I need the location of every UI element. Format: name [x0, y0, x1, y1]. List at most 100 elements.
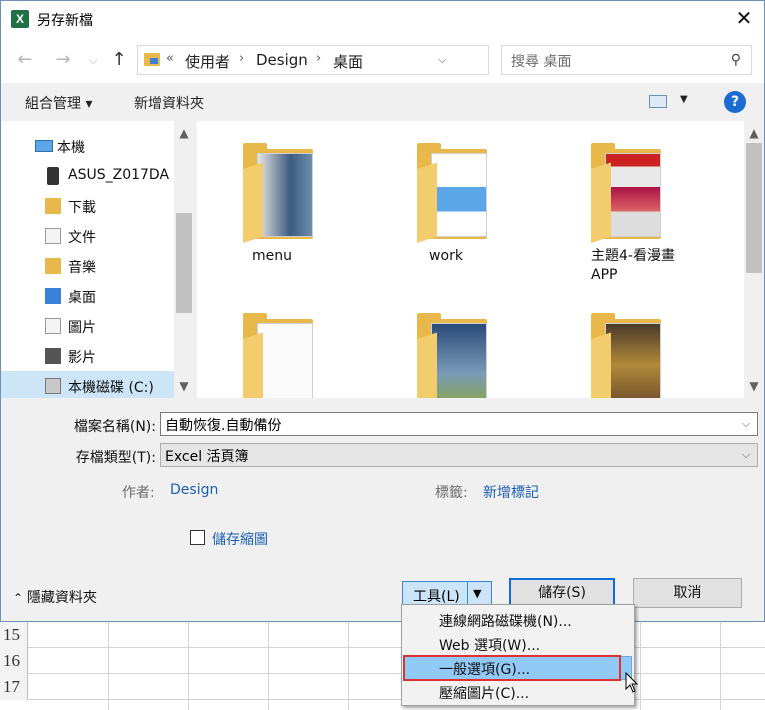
computer-icon — [35, 140, 53, 152]
dialog-title: 另存新檔 — [37, 13, 93, 29]
tools-label: 工具(L) — [413, 589, 460, 605]
breadcrumb-desktop[interactable]: 桌面 — [333, 51, 363, 72]
chevron-down-icon[interactable]: ⌵ — [737, 414, 755, 434]
sidebar-item-downloads[interactable]: 下載 — [1, 191, 174, 221]
sidebar-item-label: 影片 — [68, 350, 96, 366]
row-number: 15 — [0, 622, 28, 648]
folder-item[interactable]: 主題4-看漫畫 APP — [545, 121, 695, 283]
sheet-row[interactable]: 15 — [0, 622, 765, 648]
menu-item-web-options[interactable]: Web 選項(W)... — [404, 632, 632, 656]
folder-icon — [417, 313, 493, 398]
dropdown-arrow-icon[interactable]: ▼ — [473, 587, 481, 600]
scroll-up-icon[interactable]: ▲ — [174, 123, 194, 143]
author-value[interactable]: Design — [170, 482, 218, 498]
filename-field[interactable]: 自動恢復.自動備份 ⌵ — [160, 412, 758, 436]
view-dropdown-icon[interactable]: ▼ — [680, 94, 688, 105]
filetype-select[interactable]: Excel 活頁簿 ⌵ — [160, 443, 758, 467]
new-folder-button[interactable]: 新增資料夾 — [134, 93, 204, 113]
mouse-cursor-icon — [625, 672, 639, 693]
navigation-bar: ← → ⌵ ↑ « 使用者 › Design › 桌面 ⌵ ↻ 搜尋 桌面 ⚲ — [1, 37, 764, 83]
sidebar-scrollbar[interactable]: ▲ ▼ — [174, 121, 194, 398]
sidebar-item-label: 本機磁碟 (C:) — [68, 380, 154, 396]
search-icon: ⚲ — [730, 52, 741, 68]
folder-item[interactable] — [545, 291, 695, 398]
forward-arrow-icon[interactable]: → — [51, 48, 75, 72]
sheet-row[interactable]: 16 — [0, 648, 765, 674]
scroll-down-icon[interactable]: ▼ — [744, 376, 764, 396]
sidebar-item-label: 文件 — [68, 230, 96, 246]
hide-folders-label: 隱藏資料夾 — [26, 590, 97, 606]
hide-folders-button[interactable]: ⌃ 隱藏資料夾 — [13, 587, 97, 607]
folder-icon — [591, 313, 667, 398]
author-label: 作者: — [122, 485, 155, 501]
scroll-up-icon[interactable]: ▲ — [744, 123, 764, 143]
row-number: 17 — [0, 674, 28, 700]
command-toolbar: 組合管理 ▾ 新增資料夾 ▼ ? — [1, 83, 764, 121]
desktop-folder-icon — [45, 288, 61, 304]
file-list-scrollbar[interactable]: ▲ ▼ — [744, 121, 764, 398]
menu-item-map-network-drive[interactable]: 連線網路磁碟機(N)... — [404, 608, 632, 632]
annotation-highlight-box — [403, 655, 621, 681]
chevron-down-icon[interactable]: ⌵ — [737, 445, 755, 465]
split-separator — [467, 582, 468, 606]
menu-item-compress-pictures[interactable]: 壓縮圖片(C)... — [404, 680, 632, 704]
recent-locations-chevron-icon[interactable]: ⌵ — [81, 48, 105, 72]
sidebar-item-label: ASUS_Z017DA — [68, 167, 170, 183]
sidebar-item-this-pc[interactable]: 本機 — [1, 131, 174, 161]
sidebar-item-label: 本機 — [57, 140, 85, 156]
search-box[interactable]: 搜尋 桌面 ⚲ — [501, 45, 752, 75]
cancel-button[interactable]: 取消 — [633, 578, 742, 608]
sidebar-item-phone[interactable]: ASUS_Z017DA — [1, 161, 174, 191]
organize-button[interactable]: 組合管理 ▾ — [25, 93, 92, 113]
folder-item[interactable] — [197, 291, 347, 398]
sidebar-item-label: 圖片 — [68, 320, 96, 336]
save-thumbnail-checkbox[interactable] — [190, 530, 205, 545]
videos-folder-icon — [45, 348, 61, 364]
folder-item[interactable]: menu — [197, 121, 347, 281]
tags-label: 標籤: — [435, 485, 468, 501]
back-arrow-icon[interactable]: ← — [13, 48, 37, 72]
folder-icon — [243, 313, 319, 398]
sidebar-item-music[interactable]: 音樂 — [1, 251, 174, 281]
tags-value[interactable]: 新增標記 — [483, 482, 539, 502]
documents-folder-icon — [45, 228, 61, 244]
sidebar-item-label: 桌面 — [68, 290, 96, 306]
breadcrumb-overflow[interactable]: « — [166, 51, 174, 66]
filename-label: 檔案名稱(N): — [73, 419, 156, 435]
sidebar-item-desktop[interactable]: 桌面 — [1, 281, 174, 311]
menu-item-label: Web 選項(W)... — [439, 638, 541, 654]
folder-item[interactable]: work — [371, 121, 521, 281]
folder-icon — [591, 143, 667, 245]
folder-name: work — [429, 248, 463, 264]
folder-item[interactable] — [371, 291, 521, 398]
filename-value: 自動恢復.自動備份 — [165, 418, 282, 434]
address-dropdown-icon[interactable]: ⌵ — [438, 53, 446, 67]
menu-item-label: 連線網路磁碟機(N)... — [439, 614, 572, 630]
spreadsheet-background: 15 16 17 — [0, 622, 765, 710]
menu-item-label: 壓縮圖片(C)... — [439, 686, 530, 702]
folder-name: menu — [252, 248, 292, 264]
sidebar-item-pictures[interactable]: 圖片 — [1, 311, 174, 341]
sidebar-item-local-disk-c[interactable]: 本機磁碟 (C:) — [1, 371, 174, 398]
help-icon[interactable]: ? — [724, 91, 746, 113]
folder-icon — [417, 143, 493, 245]
sheet-row[interactable]: 17 — [0, 674, 765, 700]
breadcrumb-design[interactable]: Design — [256, 51, 308, 69]
save-thumbnail-label[interactable]: 儲存縮圖 — [212, 529, 268, 549]
up-arrow-icon[interactable]: ↑ — [107, 48, 131, 72]
breadcrumb-users[interactable]: 使用者 — [185, 51, 230, 72]
row-number: 16 — [0, 648, 28, 674]
download-folder-icon — [45, 198, 61, 214]
sidebar-item-videos[interactable]: 影片 — [1, 341, 174, 371]
close-icon[interactable]: ✕ — [731, 5, 757, 31]
sidebar-item-documents[interactable]: 文件 — [1, 221, 174, 251]
view-options-icon[interactable] — [649, 95, 667, 108]
scrollbar-thumb[interactable] — [176, 213, 192, 313]
scroll-down-icon[interactable]: ▼ — [174, 376, 194, 396]
drive-icon — [45, 378, 61, 394]
address-bar[interactable]: « 使用者 › Design › 桌面 ⌵ ↻ — [137, 45, 621, 75]
filetype-value: Excel 活頁簿 — [165, 449, 249, 465]
file-list: menu work 主題4-看漫畫 APP — [197, 121, 744, 398]
save-as-dialog: X 另存新檔 ✕ ← → ⌵ ↑ « 使用者 › Design › 桌面 ⌵ ↻… — [0, 0, 765, 622]
scrollbar-thumb[interactable] — [746, 143, 762, 273]
